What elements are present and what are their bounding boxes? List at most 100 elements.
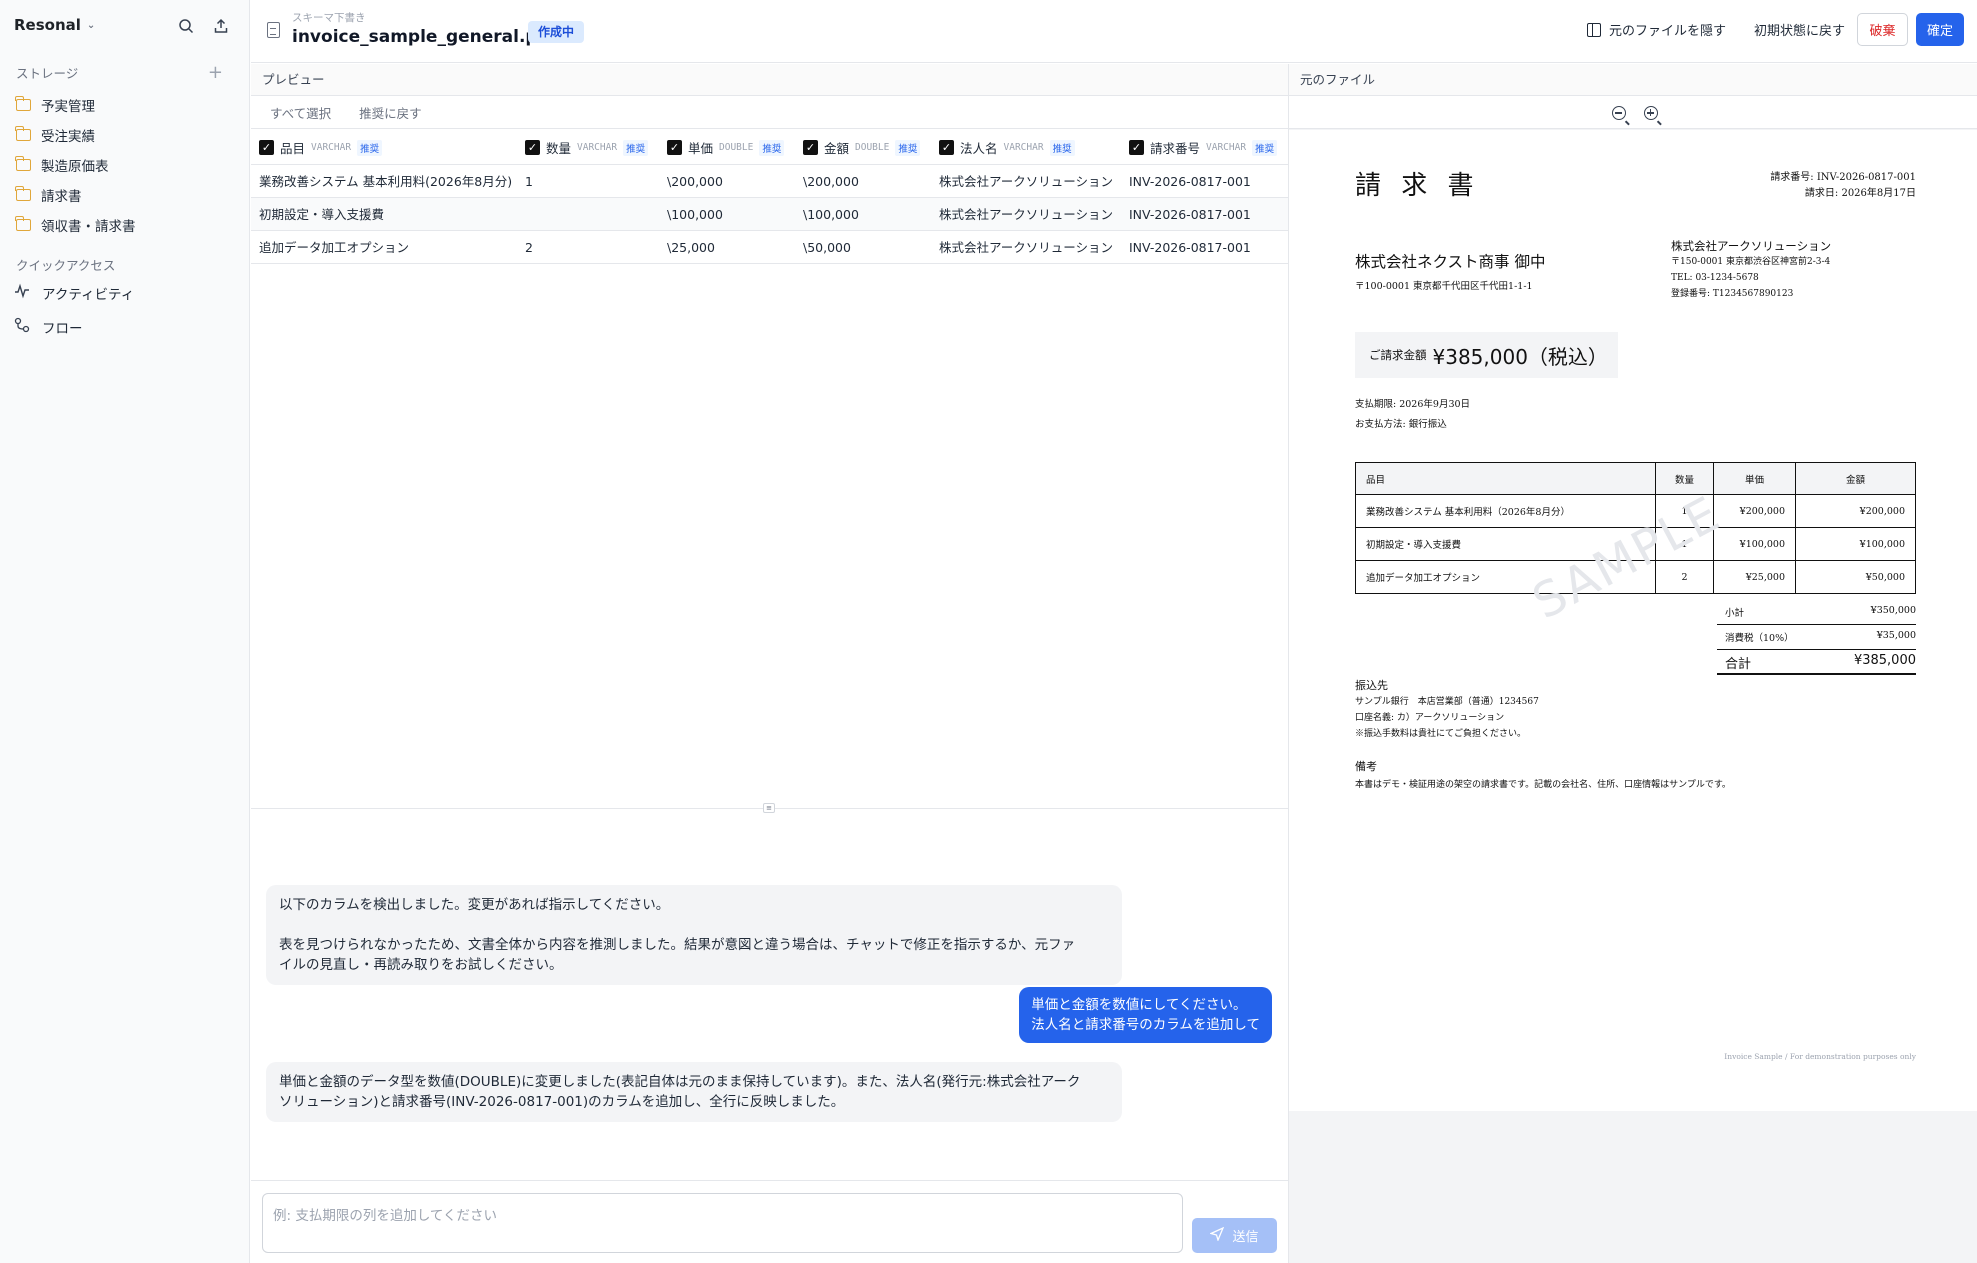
storage-item-label: 予実管理 xyxy=(41,99,95,115)
column-name: 金額 xyxy=(824,141,850,156)
table-row: 追加データ加工オプション 2 \25,000 \50,000 株式会社アークソリ… xyxy=(251,231,1288,264)
column-type: DOUBLE xyxy=(855,142,890,153)
quick-item-label: アクティビティ xyxy=(42,287,135,303)
confirm-button[interactable]: 確定 xyxy=(1916,13,1964,46)
column-checkbox[interactable]: ✓ xyxy=(525,140,540,155)
storage-item[interactable]: 製造原価表 xyxy=(14,150,234,180)
add-storage-button[interactable]: + xyxy=(208,62,223,83)
payment-due: 支払期限: 2026年9月30日 xyxy=(1355,399,1471,410)
folder-icon xyxy=(15,216,31,231)
invoice-number: 請求番号: INV-2026-0817-001 xyxy=(1770,172,1916,183)
table-cell: 1 xyxy=(525,174,533,189)
doc-payment-terms: 支払期限: 2026年9月30日 お支払方法: 銀行振込 xyxy=(1355,395,1470,435)
hide-original-label: 元のファイルを隠す xyxy=(1609,24,1727,39)
doc-meta: 請求番号: INV-2026-0817-001 請求日: 2026年8月17日 xyxy=(1770,170,1916,202)
doc-table-row: 業務改善システム 基本利用料（2026年8月分） 1 ¥200,000 ¥200… xyxy=(1355,494,1916,528)
doc-bank-info: 振込先 サンプル銀行 本店営業部（普通）1234567 口座名義: カ）アークソ… xyxy=(1355,678,1539,742)
storage-item[interactable]: 請求書 xyxy=(14,180,234,210)
storage-item-label: 受注実績 xyxy=(41,129,95,145)
doc-issuer: 株式会社アークソリューション 〒150-0001 東京都渋谷区神宮前2-3-4 … xyxy=(1671,238,1831,302)
preview-title: プレビュー xyxy=(251,64,1288,96)
invoice-date: 請求日: 2026年8月17日 xyxy=(1804,188,1916,199)
recommended-badge: 推奨 xyxy=(1252,139,1278,156)
panel-toggle-icon xyxy=(1587,22,1601,37)
bank-line: 口座名義: カ）アークソリューション xyxy=(1355,713,1505,723)
folder-icon xyxy=(15,96,31,111)
storage-item[interactable]: 予実管理 xyxy=(14,90,234,120)
workspace-switcher[interactable]: Resonal ⌄ xyxy=(14,16,95,34)
doc-total: 合計 ¥385,000 xyxy=(1717,653,1916,675)
document-page: 請 求 書 請求番号: INV-2026-0817-001 請求日: 2026年… xyxy=(1289,130,1977,1111)
user-message: 単価と金額を数値にしてください。 法人名と請求番号のカラムを追加して xyxy=(1019,987,1272,1043)
tax-label: 消費税（10%） xyxy=(1725,633,1794,644)
quick-item-flow[interactable]: フロー xyxy=(14,310,134,344)
table-cell: 2 xyxy=(525,240,533,255)
doc-table-cell: ¥50,000 xyxy=(1795,560,1916,594)
column-name: 法人名 xyxy=(960,141,998,156)
message-line: 単価と金額のデータ型を数値(DOUBLE)に変更しました(表記自体は元のまま保持… xyxy=(279,1074,1081,1090)
doc-table-cell: 2 xyxy=(1655,560,1714,594)
column-header: ✓ 法人名 VARCHAR 推奨 xyxy=(939,130,1075,165)
hide-original-button[interactable]: 元のファイルを隠す xyxy=(1587,20,1726,39)
table-cell: \50,000 xyxy=(803,240,851,255)
folder-icon xyxy=(15,126,31,141)
reset-label: 初期状態に戻す xyxy=(1754,24,1846,39)
chevron-down-icon: ⌄ xyxy=(86,19,96,31)
notes-title: 備考 xyxy=(1355,760,1377,773)
issuer-registration: 登録番号: T1234567890123 xyxy=(1671,289,1794,299)
doc-table-header: 単価 xyxy=(1713,462,1796,495)
storage-item[interactable]: 領収書・請求書 xyxy=(14,210,234,240)
upload-icon[interactable] xyxy=(211,16,231,36)
send-button[interactable]: 送信 xyxy=(1192,1218,1277,1253)
tax-value: ¥35,000 xyxy=(1876,630,1916,641)
doc-table-header: 金額 xyxy=(1795,462,1916,495)
flow-icon xyxy=(14,317,30,337)
workspace-name: Resonal xyxy=(14,16,81,34)
table-cell: \100,000 xyxy=(667,207,723,222)
doc-table-header-row: 品目 数量 単価 金額 xyxy=(1355,462,1916,495)
column-checkbox[interactable]: ✓ xyxy=(259,140,274,155)
assistant-message: 以下のカラムを検出しました。変更があれば指示してください。 表を見つけられなかっ… xyxy=(266,885,1122,985)
message-line: イルの見直し・再読み取りをお試しください。 xyxy=(279,957,563,973)
doc-customer: 株式会社ネクスト商事 御中 xyxy=(1355,253,1546,271)
column-type: VARCHAR xyxy=(1003,142,1044,153)
doc-table-cell: ¥100,000 xyxy=(1713,527,1796,561)
table-cell: INV-2026-0817-001 xyxy=(1129,174,1251,189)
resize-handle[interactable]: ≡ xyxy=(763,803,775,813)
file-name: invoice_sample_general.pdf xyxy=(292,27,558,47)
subtotal-label: 小計 xyxy=(1725,608,1745,619)
amount-value: ¥385,000（税込） xyxy=(1432,344,1608,369)
select-all-button[interactable]: すべて選択 xyxy=(270,103,331,122)
send-label: 送信 xyxy=(1232,1230,1259,1245)
search-icon[interactable] xyxy=(176,16,196,36)
top-bar: スキーマ下書き invoice_sample_general.pdf 作成中 元… xyxy=(251,0,1977,63)
reset-recommended-button[interactable]: 推奨に戻す xyxy=(359,103,422,122)
chat-input[interactable] xyxy=(262,1193,1183,1253)
payment-method: お支払方法: 銀行振込 xyxy=(1355,419,1447,430)
column-checkbox[interactable]: ✓ xyxy=(803,140,818,155)
total-value: ¥385,000 xyxy=(1853,653,1916,668)
subtotal-value: ¥350,000 xyxy=(1870,605,1916,616)
total-label: 合計 xyxy=(1725,657,1752,672)
storage-item[interactable]: 受注実績 xyxy=(14,120,234,150)
zoom-out-icon[interactable] xyxy=(1612,106,1626,120)
table-cell: 初期設定・導入支援費 xyxy=(259,207,385,222)
zoom-toolbar xyxy=(1289,96,1977,129)
discard-button[interactable]: 破棄 xyxy=(1857,13,1908,46)
column-checkbox[interactable]: ✓ xyxy=(667,140,682,155)
table-cell: 追加データ加工オプション xyxy=(259,240,410,255)
column-checkbox[interactable]: ✓ xyxy=(1129,140,1144,155)
column-name: 品目 xyxy=(280,141,306,156)
doc-table-cell: 初期設定・導入支援費 xyxy=(1355,527,1656,561)
reset-button[interactable]: 初期状態に戻す xyxy=(1754,20,1845,39)
doc-tax: 消費税（10%） ¥35,000 xyxy=(1717,630,1916,650)
quick-access-title: クイックアクセス xyxy=(16,258,116,273)
zoom-in-icon[interactable] xyxy=(1644,106,1658,120)
doc-heading: 請 求 書 xyxy=(1355,171,1480,201)
doc-amount-box: ご請求金額 ¥385,000（税込） xyxy=(1355,332,1618,378)
column-checkbox[interactable]: ✓ xyxy=(939,140,954,155)
recommended-badge: 推奨 xyxy=(1049,139,1075,156)
quick-item-activity[interactable]: アクティビティ xyxy=(14,276,134,310)
table-cell: 業務改善システム 基本利用料(2026年8月分) xyxy=(259,174,513,189)
table-cell: \25,000 xyxy=(667,240,715,255)
